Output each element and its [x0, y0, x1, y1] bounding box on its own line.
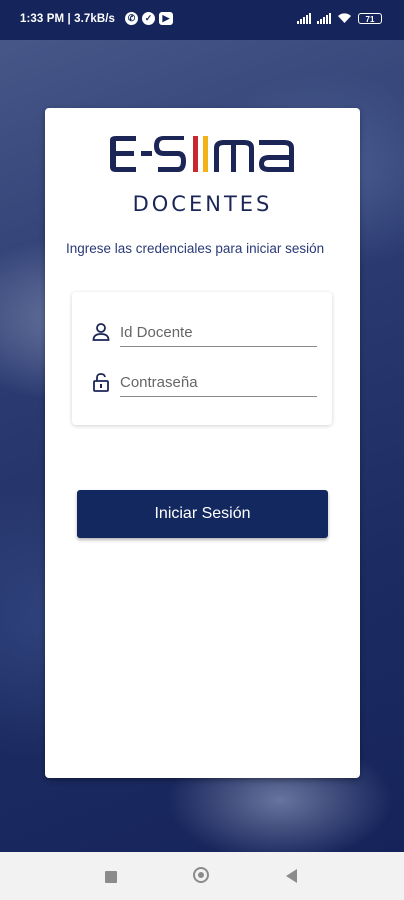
password-input[interactable]	[120, 368, 317, 397]
user-icon	[92, 323, 110, 341]
wifi-icon	[338, 13, 351, 23]
login-button[interactable]: Iniciar Sesión	[77, 490, 328, 538]
recents-button[interactable]	[105, 871, 117, 883]
app-subtitle: DOCENTES	[132, 192, 273, 216]
status-time: 1:33 PM | 3.7kB/s	[20, 13, 116, 25]
back-button[interactable]	[286, 869, 297, 883]
instructions-text: Ingrese las credenciales para iniciar se…	[66, 241, 325, 256]
signal-icon	[297, 12, 311, 24]
status-bar: 1:33 PM | 3.7kB/s ✆ ✓ ▶ 71	[0, 0, 404, 40]
home-button[interactable]	[193, 867, 209, 883]
status-system-icons: 71	[297, 12, 382, 24]
password-field	[92, 368, 318, 398]
esiima-logo	[110, 136, 294, 172]
battery-icon: 71	[358, 12, 382, 24]
credentials-panel	[72, 292, 332, 425]
lock-icon	[93, 373, 109, 392]
id-docente-input[interactable]	[120, 318, 317, 347]
status-notification-icons: ✆ ✓ ▶	[125, 12, 173, 25]
whatsapp-icon: ✆	[125, 12, 138, 25]
youtube-icon: ▶	[159, 12, 173, 25]
check-icon: ✓	[142, 12, 155, 25]
signal-icon	[317, 12, 331, 24]
id-docente-field	[92, 318, 318, 348]
